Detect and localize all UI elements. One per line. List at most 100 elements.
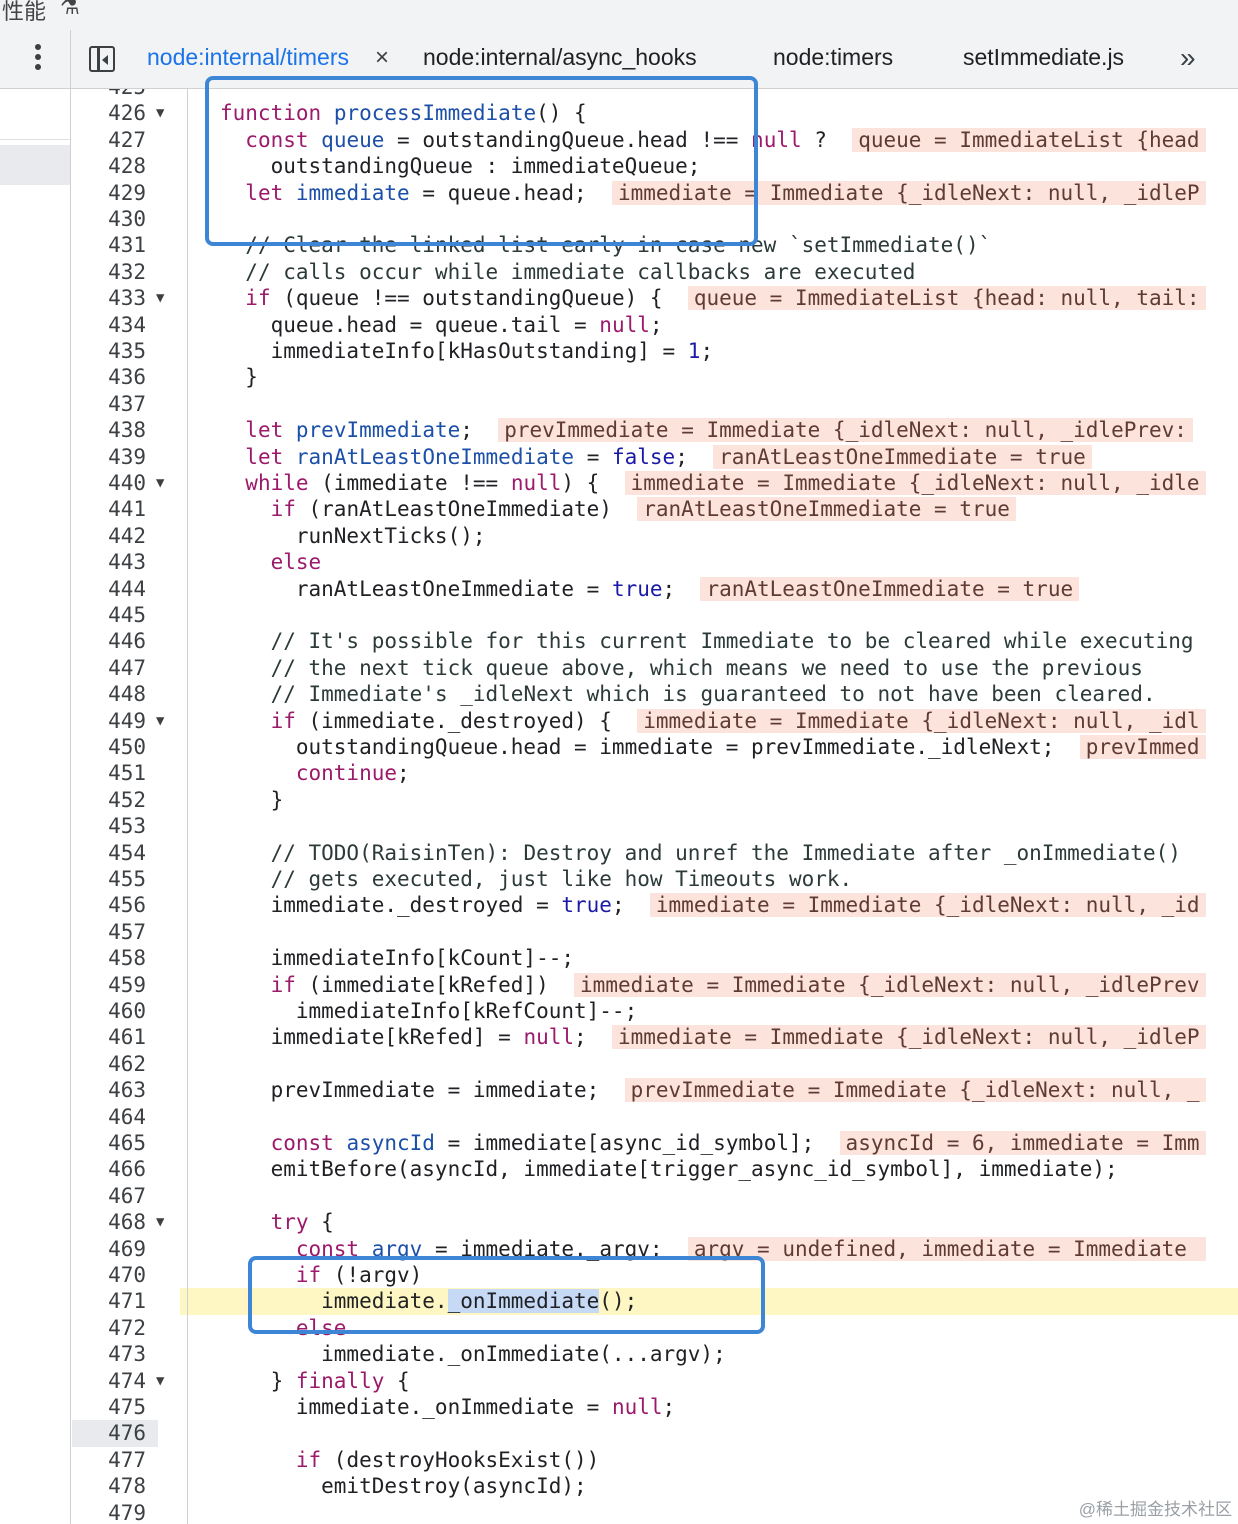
line-number[interactable]: 468 [72,1209,146,1235]
code-line[interactable]: 453 [72,813,1238,839]
fold-arrow-icon[interactable]: ▼ [156,1368,164,1394]
line-number[interactable]: 478 [72,1473,146,1499]
code-line[interactable]: 445 [72,602,1238,628]
code-line[interactable]: 439 let ranAtLeastOneImmediate = false; … [72,444,1238,470]
code-line[interactable]: 452 } [72,787,1238,813]
line-number[interactable]: 477 [72,1447,146,1473]
line-number[interactable]: 464 [72,1104,146,1130]
code-line[interactable]: 437 [72,391,1238,417]
code-line[interactable]: 465 const asyncId = immediate[async_id_s… [72,1130,1238,1156]
code-line[interactable]: 459 if (immediate[kRefed]) immediate = I… [72,972,1238,998]
line-number[interactable]: 471 [72,1288,146,1314]
sidebar-toggle-icon[interactable] [89,46,115,72]
line-number[interactable]: 431 [72,232,146,258]
tab-node-internal-timers[interactable]: node:internal/timers [147,44,349,71]
line-number[interactable]: 459 [72,972,146,998]
line-number[interactable]: 474 [72,1368,146,1394]
code-line[interactable]: 461 immediate[kRefed] = null; immediate … [72,1024,1238,1050]
code-line[interactable]: 466 emitBefore(asyncId, immediate[trigge… [72,1156,1238,1182]
code-line[interactable]: 446 // It's possible for this current Im… [72,628,1238,654]
code-line[interactable]: 433 ▼ if (queue !== outstandingQueue) { q… [72,285,1238,311]
fold-arrow-icon[interactable]: ▼ [156,470,164,496]
line-number[interactable]: 449 [72,708,146,734]
line-number[interactable]: 439 [72,444,146,470]
code-line[interactable]: 435 immediateInfo[kHasOutstanding] = 1; [72,338,1238,364]
code-line[interactable]: 467 [72,1183,1238,1209]
code-line[interactable]: 440 ▼ while (immediate !== null) { immedi… [72,470,1238,496]
code-line[interactable]: 463 prevImmediate = immediate; prevImmed… [72,1077,1238,1103]
code-line[interactable]: 479 [72,1500,1238,1524]
navigator-selected-item[interactable] [0,145,70,185]
more-tabs-chevron-icon[interactable]: » [1180,42,1195,74]
code-line[interactable]: 447 // the next tick queue above, which … [72,655,1238,681]
line-number[interactable]: 463 [72,1077,146,1103]
line-number[interactable]: 433 [72,285,146,311]
tab-setimmediate-js[interactable]: setImmediate.js [963,44,1124,71]
line-number[interactable]: 448 [72,681,146,707]
close-tab-icon[interactable]: × [375,44,389,72]
line-number[interactable]: 434 [72,312,146,338]
tab-node-timers[interactable]: node:timers [773,44,893,71]
line-number[interactable]: 451 [72,760,146,786]
code-line[interactable]: 464 [72,1104,1238,1130]
line-number[interactable]: 443 [72,549,146,575]
line-number[interactable]: 436 [72,364,146,390]
code-line[interactable]: 434 queue.head = queue.tail = null; [72,312,1238,338]
code-line[interactable]: 451 continue; [72,760,1238,786]
fold-arrow-icon[interactable]: ▼ [156,1209,164,1235]
line-number[interactable]: 457 [72,919,146,945]
code-line[interactable]: 462 [72,1051,1238,1077]
line-number[interactable]: 460 [72,998,146,1024]
code-line[interactable]: 477 if (destroyHooksExist()) [72,1447,1238,1473]
code-line[interactable]: 436 } [72,364,1238,390]
line-number[interactable]: 452 [72,787,146,813]
line-number[interactable]: 469 [72,1236,146,1262]
line-number[interactable]: 430 [72,206,146,232]
code-line[interactable]: 460 immediateInfo[kRefCount]--; [72,998,1238,1024]
code-line[interactable]: 475 immediate._onImmediate = null; [72,1394,1238,1420]
code-line[interactable]: 432 // calls occur while immediate callb… [72,259,1238,285]
code-line[interactable]: 478 emitDestroy(asyncId); [72,1473,1238,1499]
line-number[interactable]: 427 [72,127,146,153]
line-number[interactable]: 435 [72,338,146,364]
line-number[interactable]: 429 [72,180,146,206]
line-number[interactable]: 462 [72,1051,146,1077]
line-number[interactable]: 456 [72,892,146,918]
line-number[interactable]: 465 [72,1130,146,1156]
breakpoint-line-number[interactable]: 476 [72,1420,158,1447]
line-number[interactable]: 444 [72,576,146,602]
code-line[interactable]: 443 else [72,549,1238,575]
code-line[interactable]: 441 if (ranAtLeastOneImmediate) ranAtLea… [72,496,1238,522]
line-number[interactable]: 425 [72,89,146,100]
code-line[interactable]: 457 [72,919,1238,945]
line-number[interactable]: 470 [72,1262,146,1288]
code-line[interactable]: 444 ranAtLeastOneImmediate = true; ranAt… [72,576,1238,602]
line-number[interactable]: 442 [72,523,146,549]
code-line[interactable]: 473 immediate._onImmediate(...argv); [72,1341,1238,1367]
line-number[interactable]: 440 [72,470,146,496]
code-line[interactable]: 449 ▼ if (immediate._destroyed) { immedia… [72,708,1238,734]
more-options-icon[interactable] [26,44,50,74]
line-number[interactable]: 453 [72,813,146,839]
line-number[interactable]: 432 [72,259,146,285]
line-number[interactable]: 454 [72,840,146,866]
line-number[interactable]: 472 [72,1315,146,1341]
fold-arrow-icon[interactable]: ▼ [156,708,164,734]
line-number[interactable]: 458 [72,945,146,971]
fold-arrow-icon[interactable]: ▼ [156,100,164,126]
line-number[interactable]: 438 [72,417,146,443]
line-number[interactable]: 467 [72,1183,146,1209]
line-number[interactable]: 450 [72,734,146,760]
code-line[interactable]: 448 // Immediate's _idleNext which is gu… [72,681,1238,707]
line-number[interactable]: 426 [72,100,146,126]
line-number[interactable]: 446 [72,628,146,654]
code-line[interactable]: 442 runNextTicks(); [72,523,1238,549]
code-line[interactable]: 456 immediate._destroyed = true; immedia… [72,892,1238,918]
fold-arrow-icon[interactable]: ▼ [156,285,164,311]
line-number[interactable]: 455 [72,866,146,892]
code-line[interactable]: 476 [72,1420,1238,1447]
code-line[interactable]: 468 ▼ try { [72,1209,1238,1235]
line-number[interactable]: 437 [72,391,146,417]
tab-node-internal-async-hooks[interactable]: node:internal/async_hooks [423,44,697,71]
line-number[interactable]: 473 [72,1341,146,1367]
